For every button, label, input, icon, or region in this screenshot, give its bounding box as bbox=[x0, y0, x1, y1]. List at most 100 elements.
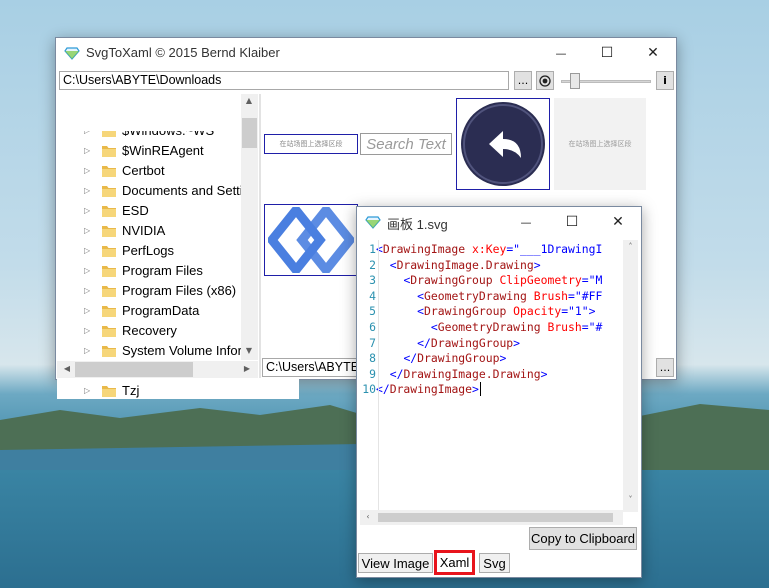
code-text: <DrawingImage.Drawing> bbox=[389, 257, 541, 272]
folder-label: System Volume Infor bbox=[122, 343, 242, 358]
expand-arrow-icon[interactable]: ▷ bbox=[84, 266, 90, 275]
code-text: <DrawingGroup ClipGeometry="M bbox=[403, 273, 603, 288]
folder-icon bbox=[102, 346, 116, 357]
line-number: 10 bbox=[362, 382, 376, 397]
target-button[interactable] bbox=[536, 71, 554, 90]
line-number: 3 bbox=[369, 273, 376, 288]
code-text: <DrawingGroup Opacity="1"> bbox=[417, 304, 596, 319]
editor-gutter-line bbox=[378, 240, 379, 512]
output-browse-button[interactable]: ... bbox=[656, 358, 674, 377]
folder-tree-item[interactable]: ▷ ESD bbox=[57, 201, 297, 221]
expand-arrow-icon[interactable]: ▷ bbox=[84, 166, 90, 175]
thumbnail-2[interactable]: Search Text bbox=[360, 133, 452, 155]
xaml-code-editor[interactable]: 1<DrawingImage x:Key="___1DrawingI 2 <Dra… bbox=[360, 240, 623, 512]
folder-tree-item[interactable]: ▷ System Volume Infor bbox=[57, 341, 297, 361]
svg-window: 画板 1.svg — ☐ ✕ 1<DrawingImage x:Key="___… bbox=[356, 206, 642, 578]
code-line: 1<DrawingImage x:Key="___1DrawingI bbox=[360, 242, 602, 258]
folder-tree-item[interactable]: ▷ Tzj bbox=[57, 381, 297, 399]
folder-tree-item[interactable]: ▷ Program Files (x86) bbox=[57, 281, 297, 301]
copy-to-clipboard-button[interactable]: Copy to Clipboard bbox=[529, 527, 637, 550]
thumbnail-5[interactable] bbox=[264, 204, 358, 276]
scroll-left-arrow-icon[interactable]: ◀ bbox=[59, 364, 75, 373]
expand-arrow-icon[interactable]: ▷ bbox=[84, 146, 90, 155]
tab-svg[interactable]: Svg bbox=[479, 553, 510, 573]
svg-minimize-button[interactable]: — bbox=[503, 207, 549, 237]
folder-tree-item[interactable]: ▷ NVIDIA bbox=[57, 221, 297, 241]
folder-label: Documents and Setti bbox=[122, 183, 243, 198]
expand-arrow-icon[interactable]: ▷ bbox=[84, 346, 90, 355]
undo-arrow-icon bbox=[461, 102, 545, 186]
thumbnail-3-selected[interactable] bbox=[456, 98, 550, 190]
expand-arrow-icon[interactable]: ▷ bbox=[84, 206, 90, 215]
main-titlebar: SvgToXaml © 2015 Bernd Klaiber — ☐ ✕ bbox=[56, 38, 676, 68]
code-text: </DrawingGroup> bbox=[403, 351, 507, 366]
folder-tree-item[interactable]: ▷ ProgramData bbox=[57, 301, 297, 321]
folder-tree-item[interactable]: ▷ PerfLogs bbox=[57, 241, 297, 261]
tree-horizontal-scrollbar[interactable]: ◀ ▶ bbox=[57, 361, 258, 378]
scroll-right-arrow-icon[interactable]: ▶ bbox=[239, 364, 255, 373]
folder-icon bbox=[102, 146, 116, 157]
scroll-down-arrow-icon[interactable]: ▼ bbox=[241, 346, 257, 355]
code-line: 5 <DrawingGroup Opacity="1"> bbox=[360, 304, 595, 320]
editor-scroll-up-icon[interactable]: ˄ bbox=[623, 242, 638, 251]
code-line: 8 </DrawingGroup> bbox=[360, 351, 506, 367]
folder-tree-item[interactable]: ▷ Certbot bbox=[57, 161, 297, 181]
folder-tree-item[interactable]: ▷ Program Files bbox=[57, 261, 297, 281]
app-diamond-icon bbox=[64, 47, 80, 60]
folder-label: Certbot bbox=[122, 163, 165, 178]
line-number: 2 bbox=[369, 257, 376, 272]
tree-vertical-scrollbar[interactable]: ▲ ▼ bbox=[241, 94, 258, 360]
close-button[interactable]: ✕ bbox=[630, 38, 676, 68]
expand-arrow-icon[interactable]: ▷ bbox=[84, 386, 90, 395]
svg-titlebar: 画板 1.svg — ☐ ✕ bbox=[357, 207, 641, 237]
code-text: </DrawingImage> bbox=[376, 382, 479, 397]
browse-folder-button[interactable]: ... bbox=[514, 71, 532, 90]
tree-hscroll-thumb[interactable] bbox=[75, 362, 193, 377]
code-line: 3 <DrawingGroup ClipGeometry="M bbox=[360, 273, 602, 289]
folder-label: Program Files (x86) bbox=[122, 283, 237, 298]
line-number: 4 bbox=[369, 288, 376, 303]
svg-maximize-button[interactable]: ☐ bbox=[549, 207, 595, 237]
zoom-slider-thumb[interactable] bbox=[570, 73, 580, 89]
editor-hscroll-thumb[interactable] bbox=[378, 513, 613, 522]
text-cursor bbox=[479, 382, 481, 397]
editor-vertical-scrollbar[interactable]: ˄ ˅ bbox=[623, 240, 638, 512]
editor-horizontal-scrollbar[interactable]: ‹ bbox=[360, 510, 623, 525]
expand-arrow-icon[interactable]: ▷ bbox=[84, 226, 90, 235]
tab-view-image[interactable]: View Image bbox=[358, 553, 433, 573]
minimize-button[interactable]: — bbox=[538, 38, 584, 68]
expand-arrow-icon[interactable]: ▷ bbox=[84, 131, 90, 135]
expand-arrow-icon[interactable]: ▷ bbox=[84, 326, 90, 335]
target-icon bbox=[539, 74, 551, 87]
folder-icon bbox=[102, 206, 116, 217]
folder-tree-item[interactable]: ▷ $WinREAgent bbox=[57, 141, 297, 161]
scroll-up-arrow-icon[interactable]: ▲ bbox=[241, 96, 257, 105]
line-number: 8 bbox=[369, 351, 376, 366]
editor-scroll-left-icon[interactable]: ‹ bbox=[360, 512, 376, 521]
maximize-button[interactable]: ☐ bbox=[584, 38, 630, 68]
expand-arrow-icon[interactable]: ▷ bbox=[84, 246, 90, 255]
code-text: <GeometryDrawing Brush="# bbox=[430, 320, 603, 334]
main-window-title: SvgToXaml © 2015 Bernd Klaiber bbox=[86, 45, 280, 60]
folder-tree-item[interactable]: ▷ $Windows.~WS bbox=[57, 131, 297, 141]
folder-icon bbox=[102, 266, 116, 277]
tree-scroll-thumb[interactable] bbox=[242, 118, 257, 148]
expand-arrow-icon[interactable]: ▷ bbox=[84, 186, 90, 195]
folder-icon bbox=[102, 186, 116, 197]
folder-tree-item[interactable]: ▷ Documents and Setti bbox=[57, 181, 297, 201]
tab-xaml[interactable]: Xaml bbox=[434, 550, 475, 575]
folder-icon bbox=[102, 286, 116, 297]
folder-label: Program Files bbox=[122, 263, 203, 278]
zoom-slider[interactable] bbox=[561, 73, 651, 89]
expand-arrow-icon[interactable]: ▷ bbox=[84, 286, 90, 295]
info-button[interactable]: i bbox=[656, 71, 674, 90]
folder-path-input[interactable]: C:\Users\ABYTE\Downloads bbox=[59, 71, 509, 90]
thumbnail-4[interactable]: 在站场图上选择区段 bbox=[554, 98, 646, 190]
editor-scroll-down-icon[interactable]: ˅ bbox=[623, 495, 638, 504]
folder-icon bbox=[102, 386, 116, 397]
thumbnail-1[interactable]: 在站场图上选择区段 bbox=[264, 134, 358, 154]
folder-tree-item[interactable]: ▷ Recovery bbox=[57, 321, 297, 341]
pane-splitter[interactable] bbox=[259, 94, 261, 378]
svg-close-button[interactable]: ✕ bbox=[595, 207, 641, 237]
expand-arrow-icon[interactable]: ▷ bbox=[84, 306, 90, 315]
